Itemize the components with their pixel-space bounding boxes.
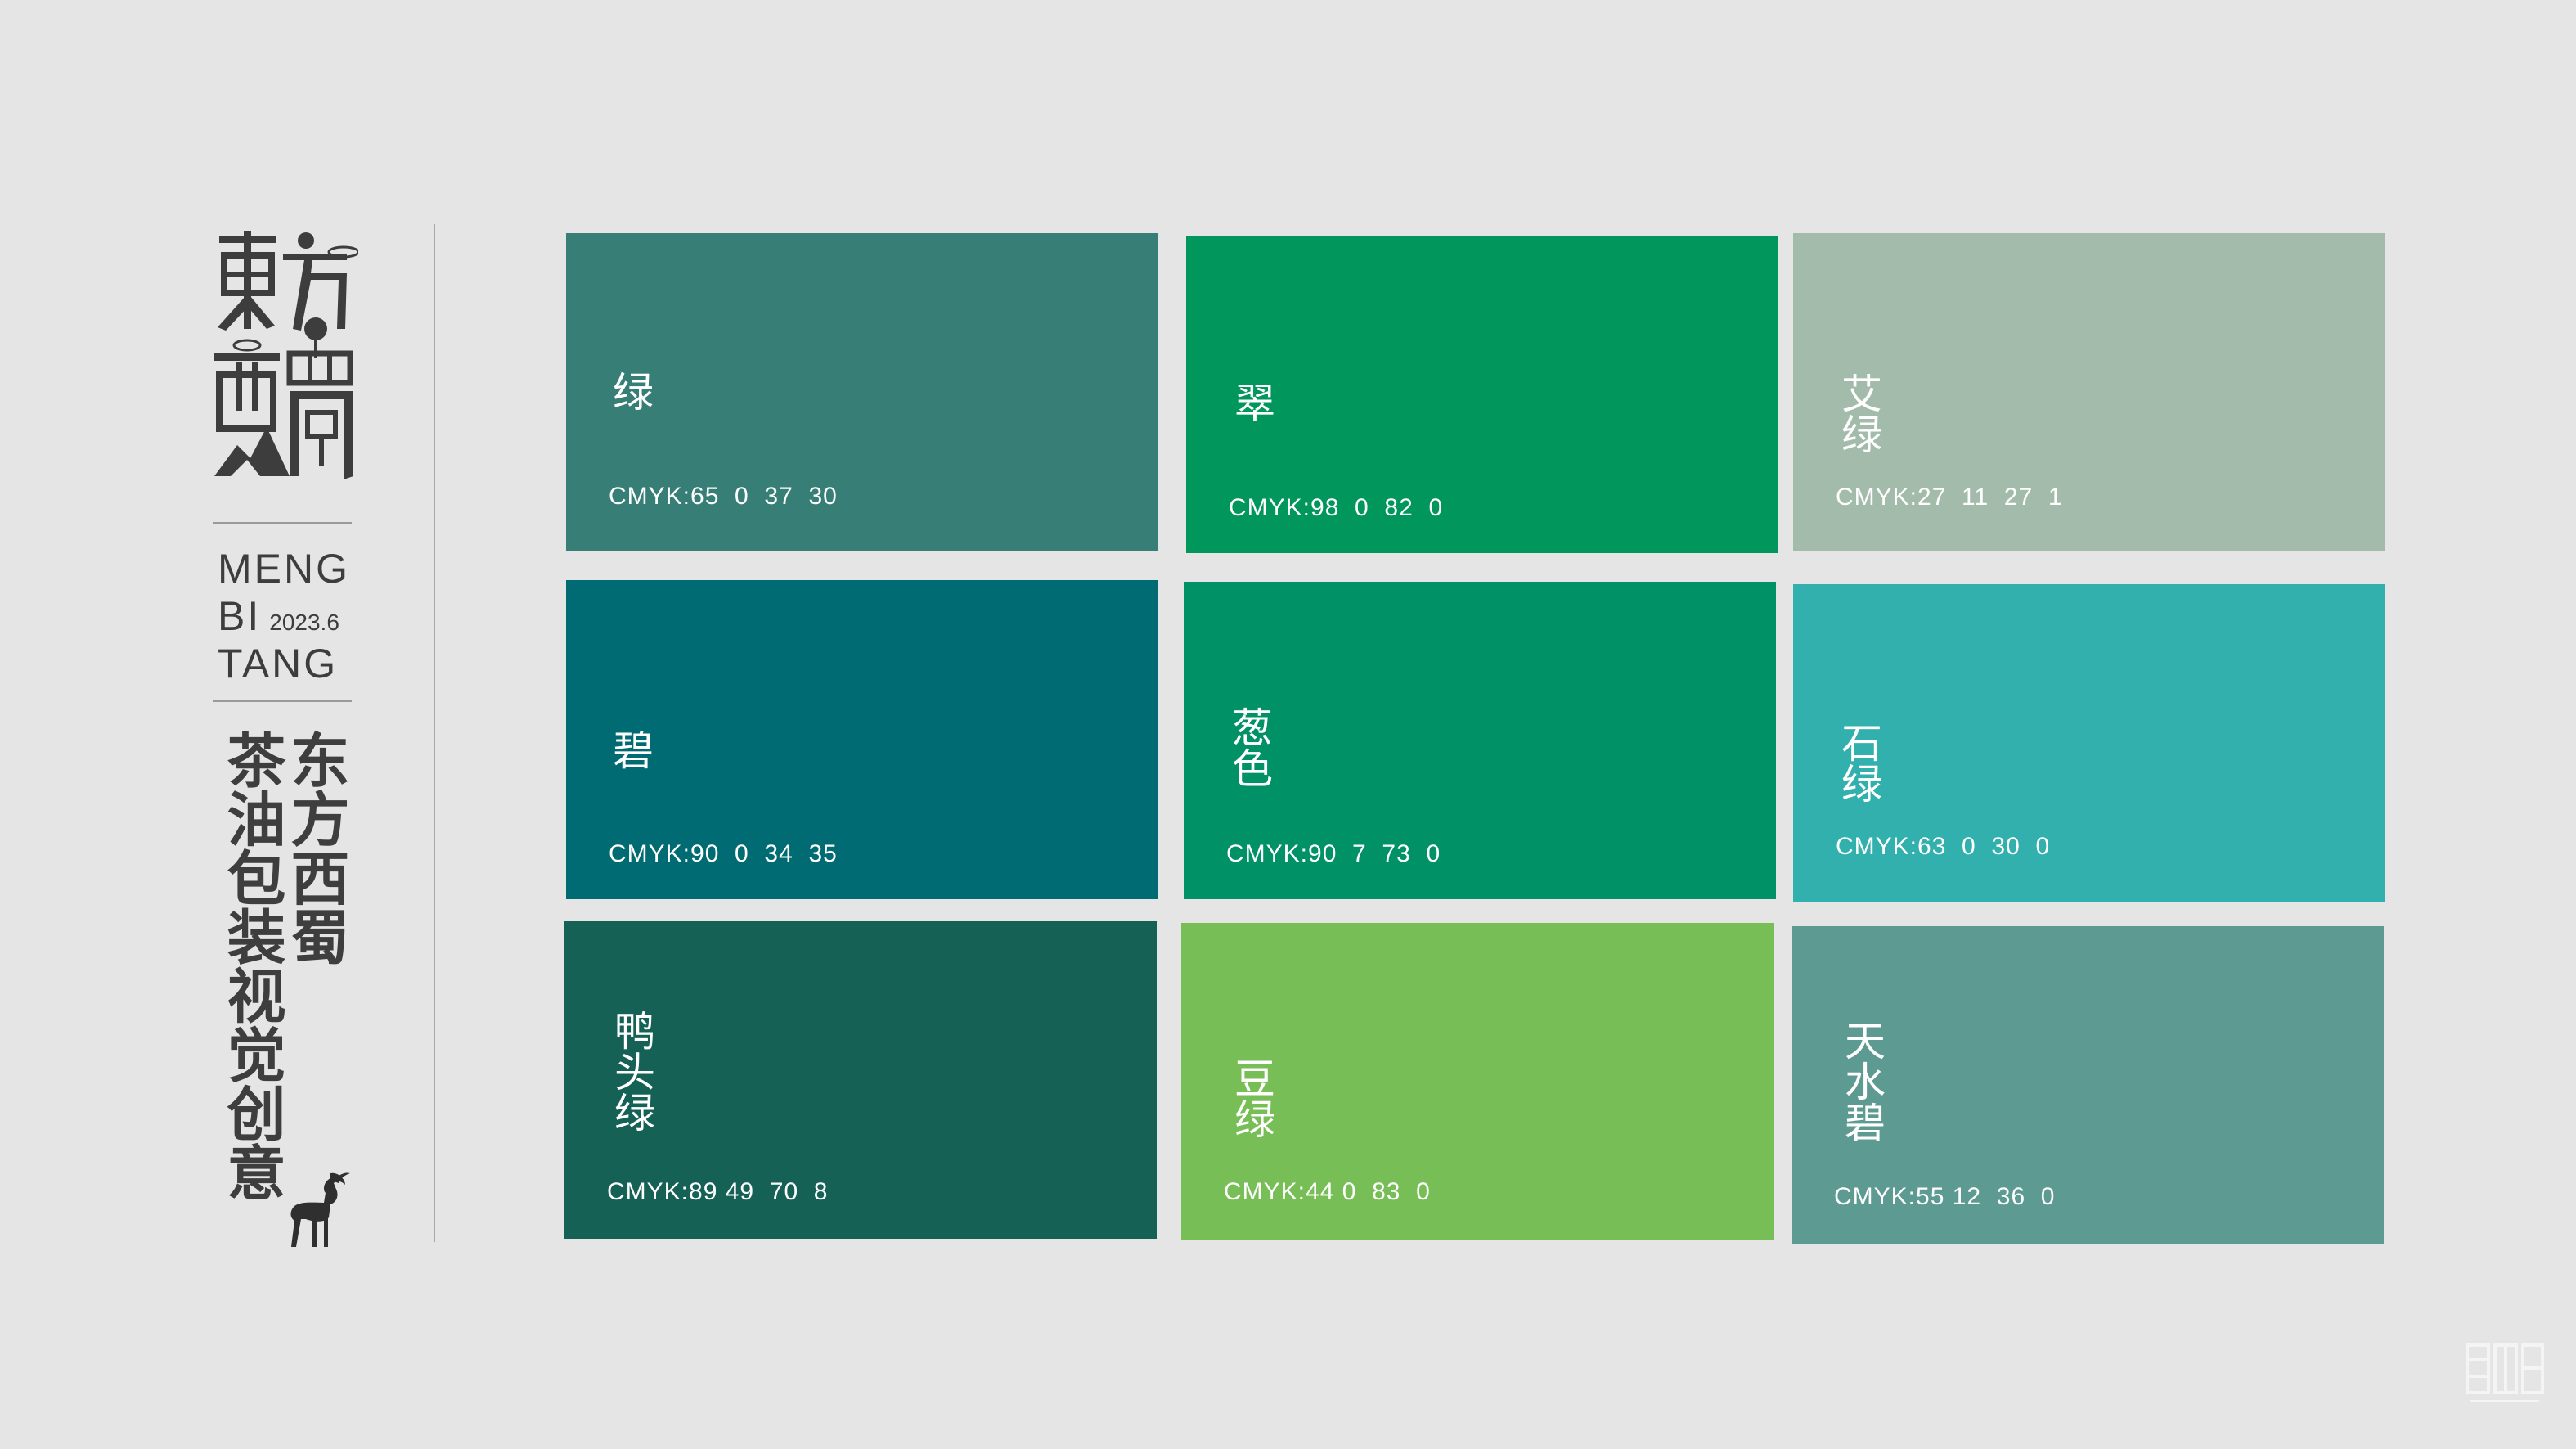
swatch-name: 绿	[606, 371, 654, 412]
swatch-cmyk: CMYK:65 0 37 30	[609, 483, 838, 510]
swatch-name: 葱色	[1225, 706, 1273, 788]
brand-line-bi-text: BI	[218, 593, 262, 639]
vertical-title-left: 茶油包装视觉创意	[217, 730, 286, 1201]
swatch-name: 翠	[1228, 381, 1275, 422]
swatch-cmyk: CMYK:90 7 73 0	[1226, 840, 1441, 867]
divider-top	[213, 522, 352, 524]
swatch-cmyk: CMYK:98 0 82 0	[1229, 494, 1444, 521]
swatch-name: 天水碧	[1838, 1019, 1886, 1142]
brand-date: 2023.6	[269, 610, 339, 635]
sidebar-divider	[434, 224, 435, 1242]
swatch-cmyk: CMYK:55 12 36 0	[1834, 1183, 2056, 1210]
swatch-lv: 绿 CMYK:65 0 37 30	[566, 233, 1158, 551]
divider-bottom	[213, 700, 352, 702]
swatch-name: 豆绿	[1228, 1057, 1275, 1139]
vertical-title-right: 东方西蜀	[281, 730, 350, 965]
swatch-cmyk: CMYK:44 0 83 0	[1224, 1178, 1431, 1205]
swatch-yatoulv: 鸭头绿 CMYK:89 49 70 8	[564, 921, 1157, 1239]
swatch-name: 石绿	[1835, 722, 1882, 803]
dongfang-xishu-logo	[214, 231, 360, 484]
brand-sidebar: MENG BI 2023.6 TANG 东方西蜀 茶油包装视觉创意	[0, 0, 458, 1449]
swatch-ailv: 艾绿 CMYK:27 11 27 1	[1793, 233, 2385, 551]
swatch-bi: 碧 CMYK:90 0 34 35	[566, 580, 1158, 899]
deer-icon	[288, 1170, 353, 1249]
brand-line-meng: MENG	[218, 546, 350, 592]
brand-line-tang: TANG	[218, 641, 339, 686]
swatch-name: 艾绿	[1835, 372, 1882, 454]
swatch-congse: 葱色 CMYK:90 7 73 0	[1184, 582, 1776, 899]
brand-line-bi: BI 2023.6	[218, 596, 339, 637]
swatch-name: 鸭头绿	[608, 1010, 655, 1132]
watermark-seal-icon	[2462, 1340, 2547, 1406]
swatch-name: 碧	[606, 729, 654, 770]
swatch-cmyk: CMYK:63 0 30 0	[1836, 833, 2051, 860]
swatch-tianshuibi: 天水碧 CMYK:55 12 36 0	[1792, 926, 2384, 1244]
swatch-cmyk: CMYK:90 0 34 35	[609, 840, 838, 867]
swatch-cui: 翠 CMYK:98 0 82 0	[1186, 236, 1778, 553]
swatch-doulv: 豆绿 CMYK:44 0 83 0	[1181, 923, 1774, 1240]
swatch-cmyk: CMYK:89 49 70 8	[607, 1178, 829, 1205]
swatch-cmyk: CMYK:27 11 27 1	[1836, 484, 2063, 511]
swatch-shilv: 石绿 CMYK:63 0 30 0	[1793, 584, 2385, 902]
